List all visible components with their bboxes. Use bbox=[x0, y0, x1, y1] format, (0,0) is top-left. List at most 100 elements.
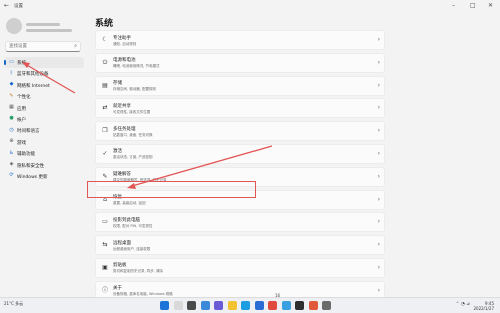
chevron-right-icon: › bbox=[377, 149, 380, 157]
avatar bbox=[6, 18, 22, 34]
tray-icons[interactable]: ⌃ ◔ ⊿ bbox=[456, 302, 470, 307]
recovery-highlight-box bbox=[87, 181, 256, 198]
chat-icon[interactable] bbox=[214, 301, 223, 310]
row-subtitle: 睡眠, 电池使用情况, 节电模式 bbox=[113, 64, 160, 69]
row-subtitle: 权限, 配对 PIN, 可发现性 bbox=[113, 223, 153, 228]
weather-widget[interactable]: 21°C 多云 bbox=[4, 301, 23, 307]
setting-row-remote-desktop[interactable]: ⇆ 远程桌面 远程桌面用户, 连接权限 › bbox=[95, 235, 385, 256]
bluetooth-icon: ᛒ bbox=[9, 69, 13, 76]
minimize-icon[interactable]: – bbox=[452, 2, 455, 9]
row-subtitle: 剪切和复制历史记录, 同步, 清除 bbox=[113, 269, 163, 274]
search-icon[interactable] bbox=[173, 301, 183, 310]
storage-icon: ▤ bbox=[102, 81, 108, 89]
accessibility-icon: ♿ bbox=[9, 149, 14, 156]
photos-icon[interactable] bbox=[281, 301, 291, 310]
sidebar-item-windows-update[interactable]: ⟳ Windows 更新 bbox=[4, 171, 84, 182]
store-icon[interactable] bbox=[254, 301, 264, 310]
row-title: 存储 bbox=[113, 81, 122, 87]
sidebar-item-time-language[interactable]: ◷ 时间和语言 bbox=[4, 125, 84, 136]
sidebar-item-label: Windows 更新 bbox=[17, 174, 48, 180]
sidebar-item-label: 辅助功能 bbox=[17, 152, 35, 158]
profile-name-redacted bbox=[26, 23, 60, 26]
sidebar-item-label: 个性化 bbox=[17, 95, 31, 101]
setting-row-activation[interactable]: ✓ 激活 激活状态, 订阅, 产品密钥 › bbox=[95, 143, 385, 164]
clipboard-icon: ▣ bbox=[102, 263, 108, 271]
task-view-icon[interactable] bbox=[187, 301, 196, 310]
time-icon: ◷ bbox=[9, 126, 14, 133]
focus-icon: ☾ bbox=[102, 36, 108, 43]
chrome-icon[interactable] bbox=[268, 301, 277, 310]
search-input[interactable] bbox=[9, 42, 69, 51]
network-icon: ◆ bbox=[9, 81, 14, 88]
sidebar-item-privacy[interactable]: ◈ 隐私和安全性 bbox=[4, 160, 84, 171]
sidebar-item-label: 系统 bbox=[17, 61, 26, 66]
terminal-icon[interactable] bbox=[295, 301, 304, 310]
sidebar-item-accessibility[interactable]: ♿ 辅助功能 bbox=[4, 148, 84, 159]
sidebar-item-accounts[interactable]: ● 帐户 bbox=[4, 114, 84, 125]
privacy-icon: ◈ bbox=[9, 161, 14, 168]
edge-icon[interactable] bbox=[241, 301, 250, 310]
clock-date: 2022/1/27 bbox=[473, 306, 494, 311]
settings-icon[interactable] bbox=[322, 301, 331, 310]
sidebar-item-label: 帐户 bbox=[17, 117, 26, 123]
row-title: 专注助手 bbox=[113, 35, 131, 41]
remote-desktop-icon: ⇆ bbox=[102, 241, 108, 249]
system-icon: ▭ bbox=[9, 58, 14, 65]
chevron-right-icon: › bbox=[377, 127, 380, 135]
chevron-right-icon: › bbox=[377, 36, 380, 43]
row-title: 就近共享 bbox=[113, 103, 131, 109]
row-subtitle: 通知, 自动规则 bbox=[113, 41, 137, 46]
row-title: 多任务处理 bbox=[113, 126, 136, 132]
taskbar-apps bbox=[160, 300, 331, 312]
sidebar-item-gaming[interactable]: ⊕ 游戏 bbox=[4, 137, 84, 148]
chevron-right-icon: › bbox=[377, 286, 380, 294]
sidebar-item-network[interactable]: ◆ 网络和 Internet bbox=[4, 80, 84, 91]
back-arrow-icon[interactable]: ← bbox=[4, 2, 9, 9]
setting-row-multitasking[interactable]: ❐ 多任务处理 贴靠窗口, 桌面, 任务切换 › bbox=[95, 121, 385, 142]
user-profile[interactable] bbox=[6, 18, 86, 42]
multitasking-icon: ❐ bbox=[102, 127, 108, 135]
sidebar-item-label: 网络和 Internet bbox=[17, 83, 50, 89]
title-bar: ← 设置 – □ ✕ bbox=[0, 0, 500, 14]
apps-icon: ▦ bbox=[9, 104, 14, 111]
setting-row-clipboard[interactable]: ▣ 剪贴板 剪切和复制历史记录, 同步, 清除 › bbox=[95, 257, 385, 278]
sidebar-item-personalization[interactable]: ✎ 个性化 bbox=[4, 91, 84, 102]
sidebar-item-label: 隐私和安全性 bbox=[17, 163, 44, 169]
row-title: 投影到此电脑 bbox=[113, 217, 140, 223]
search-box[interactable]: ⌕ bbox=[5, 41, 81, 52]
chevron-right-icon: › bbox=[377, 241, 380, 249]
start-icon[interactable] bbox=[160, 301, 169, 310]
maximize-icon[interactable]: □ bbox=[470, 2, 476, 9]
widgets-icon[interactable] bbox=[200, 301, 210, 310]
power-icon: ⏻ bbox=[102, 58, 108, 66]
chevron-right-icon: › bbox=[377, 81, 380, 89]
page-title: 系统 bbox=[95, 19, 114, 29]
close-icon[interactable]: ✕ bbox=[488, 2, 493, 9]
gaming-icon: ⊕ bbox=[9, 138, 14, 145]
sidebar-item-apps[interactable]: ▦ 应用 bbox=[4, 103, 84, 114]
row-subtitle: 远程桌面用户, 连接权限 bbox=[113, 246, 151, 251]
music-icon[interactable] bbox=[308, 301, 318, 310]
nav-list: ▭ 系统 ᛒ 蓝牙和其他设备 ◆ 网络和 Internet ✎ 个性化 ▦ 应用… bbox=[4, 57, 84, 182]
sidebar-item-system[interactable]: ▭ 系统 bbox=[4, 57, 84, 68]
row-title: 电源和电池 bbox=[113, 58, 136, 64]
explorer-icon[interactable] bbox=[227, 301, 237, 310]
sidebar-item-bluetooth[interactable]: ᛒ 蓝牙和其他设备 bbox=[4, 68, 84, 79]
sidebar-item-label: 游戏 bbox=[17, 140, 26, 146]
setting-row-projection[interactable]: ▭ 投影到此电脑 权限, 配对 PIN, 可发现性 › bbox=[95, 212, 385, 233]
row-subtitle: 重置, 高级启动, 返回 bbox=[113, 201, 146, 206]
row-subtitle: 贴靠窗口, 桌面, 任务切换 bbox=[113, 132, 153, 137]
row-title: 剪贴板 bbox=[113, 263, 127, 269]
chevron-right-icon: › bbox=[377, 263, 380, 271]
sidebar-item-label: 蓝牙和其他设备 bbox=[17, 72, 49, 78]
clock[interactable]: 9:45 2022/1/27 bbox=[473, 301, 494, 311]
setting-row-nearby-share[interactable]: ⇄ 就近共享 可发现性, 接收文件位置 › bbox=[95, 98, 385, 119]
setting-row-power[interactable]: ⏻ 电源和电池 睡眠, 电池使用情况, 节电模式 › bbox=[95, 52, 385, 73]
projection-icon: ▭ bbox=[102, 218, 108, 226]
setting-row-storage[interactable]: ▤ 存储 存储空间, 驱动器, 配置规则 › bbox=[95, 75, 385, 96]
row-title: 远程桌面 bbox=[113, 240, 131, 246]
sidebar-item-label: 应用 bbox=[17, 106, 26, 112]
settings-list: ☾ 专注助手 通知, 自动规则 › ⏻ 电源和电池 睡眠, 电池使用情况, 节电… bbox=[95, 30, 385, 304]
setting-row-focus-assist[interactable]: ☾ 专注助手 通知, 自动规则 › bbox=[95, 30, 385, 50]
search-icon: ⌕ bbox=[74, 43, 77, 49]
